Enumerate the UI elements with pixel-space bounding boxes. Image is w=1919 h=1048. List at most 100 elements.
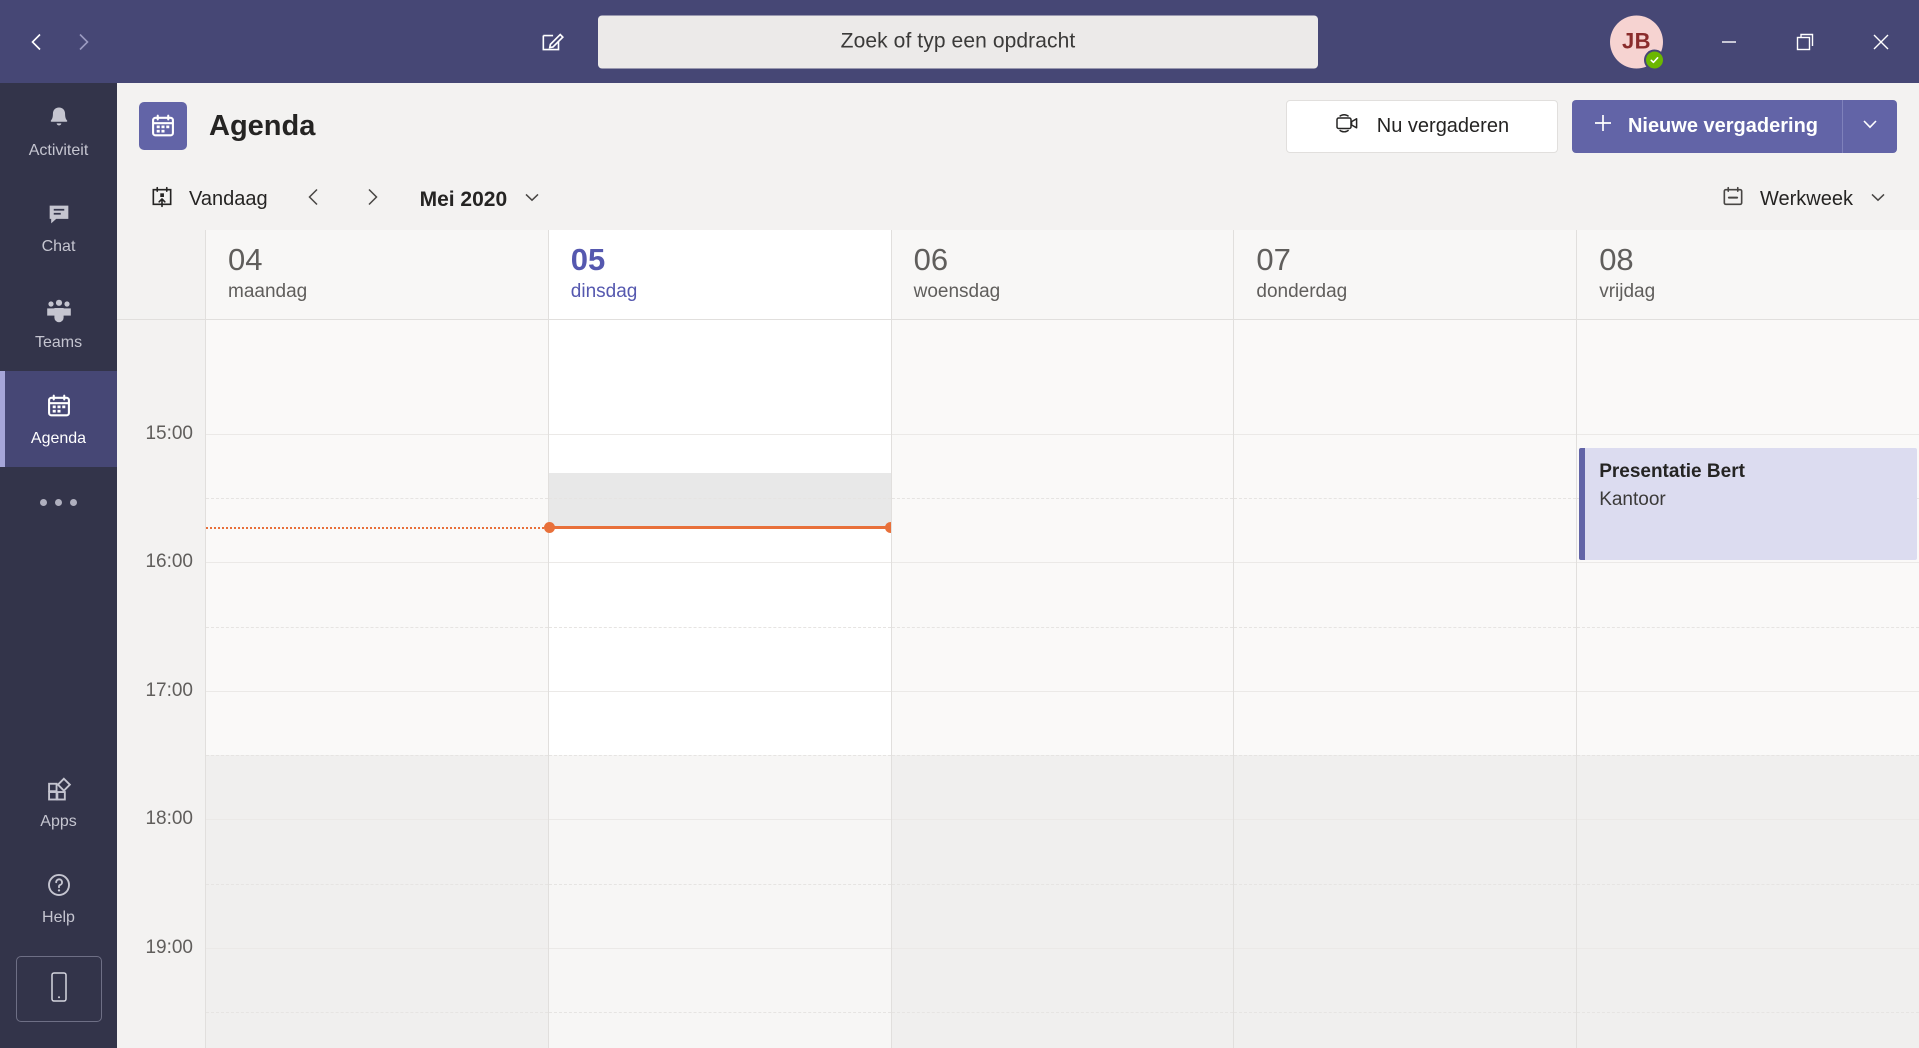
calendar-grid: 04 maandag 05 dinsdag 06 woensdag 07 don… [117, 230, 1919, 1048]
meet-now-label: Nu vergaderen [1376, 114, 1510, 137]
window-nav-arrows [14, 19, 106, 65]
today-label: Vandaag [189, 188, 268, 210]
hour-label: 17:00 [145, 680, 193, 701]
page-title: Agenda [209, 109, 316, 142]
chat-bubble-icon [45, 200, 73, 233]
chevron-down-icon [1859, 113, 1881, 140]
avatar[interactable]: JB [1610, 15, 1665, 70]
calendar-toolbar: Vandaag Mei 2020 Werkweek [117, 169, 1919, 230]
event-title: Presentatie Bert [1599, 461, 1745, 482]
sidebar-item-help[interactable]: Help [0, 850, 117, 946]
search-placeholder: Zoek of typ een opdracht [840, 29, 1076, 53]
new-meeting-button[interactable]: Nieuwe vergadering [1571, 99, 1842, 153]
more-dots-icon[interactable] [0, 467, 117, 537]
today-button[interactable]: Vandaag [139, 178, 278, 222]
day-name: donderdag [1256, 280, 1348, 302]
non-working-hours [1577, 755, 1919, 1048]
video-camera-icon [1335, 112, 1363, 140]
next-week-button[interactable] [350, 178, 394, 222]
non-working-hours [1234, 755, 1577, 1048]
day-header[interactable]: 06 woensdag [890, 230, 1234, 319]
meet-now-button[interactable]: Nu vergaderen [1285, 99, 1558, 153]
day-header[interactable]: 08 vrijdag [1576, 230, 1919, 319]
day-columns: Presentatie Bert Kantoor [205, 320, 1919, 1048]
view-selector-button[interactable]: Werkweek [1720, 184, 1897, 216]
chevron-right-icon [360, 185, 384, 214]
header-actions: Nu vergaderen Nieuwe vergadering [1285, 99, 1897, 153]
calendar-icon [139, 102, 187, 150]
day-header[interactable]: 04 maandag [205, 230, 548, 319]
back-button[interactable] [14, 19, 60, 65]
forward-button[interactable] [60, 19, 106, 65]
question-circle-icon [45, 871, 73, 904]
chevron-down-icon [521, 186, 543, 214]
non-working-hours [206, 755, 548, 1048]
non-working-hours [891, 755, 1234, 1048]
sidebar-item-activiteit[interactable]: Activiteit [0, 83, 117, 179]
sidebar-item-teams[interactable]: Teams [0, 275, 117, 371]
new-meeting-dropdown-button[interactable] [1842, 99, 1897, 153]
month-picker-button[interactable]: Mei 2020 [420, 186, 544, 214]
calendar-body: 15:00 16:00 17:00 18:00 19:00 Presentati… [117, 320, 1919, 1048]
today-calendar-icon [149, 184, 175, 216]
month-label: Mei 2020 [419, 187, 508, 211]
time-gutter: 15:00 16:00 17:00 18:00 19:00 [117, 320, 205, 1048]
hour-label: 19:00 [145, 937, 193, 958]
day-column-donderdag[interactable] [1233, 320, 1577, 1048]
past-time-block [548, 473, 891, 527]
day-column-vrijdag[interactable]: Presentatie Bert Kantoor [1576, 320, 1919, 1048]
maximize-restore-button[interactable] [1767, 0, 1843, 83]
day-header[interactable]: 07 donderdag [1233, 230, 1577, 319]
app-header: Agenda Nu vergaderen Nieuwe vergadering [117, 83, 1919, 169]
event-location: Kantoor [1599, 488, 1666, 510]
calendar-week-icon [1720, 184, 1746, 216]
day-header-today[interactable]: 05 dinsdag [547, 230, 891, 319]
new-meeting-label: Nieuwe vergadering [1627, 114, 1818, 137]
calendar-day-headers: 04 maandag 05 dinsdag 06 woensdag 07 don… [117, 230, 1919, 320]
calendar-icon [45, 392, 73, 425]
sidebar-item-agenda[interactable]: Agenda [0, 371, 117, 467]
day-name: maandag [228, 280, 308, 302]
sidebar-item-label: Apps [40, 812, 77, 830]
sidebar-item-label: Chat [41, 237, 76, 255]
sidebar-item-apps[interactable]: Apps [0, 754, 117, 850]
title-bar: Zoek of typ een opdracht JB [0, 0, 1919, 83]
day-name: dinsdag [570, 280, 638, 302]
get-mobile-app-button[interactable] [15, 956, 102, 1022]
minimize-button[interactable] [1691, 0, 1767, 83]
search-input[interactable]: Zoek of typ een opdracht [598, 15, 1318, 68]
day-number: 04 [228, 242, 263, 277]
calendar-event[interactable]: Presentatie Bert Kantoor [1579, 448, 1917, 560]
app-rail: Activiteit Chat Teams Agenda Apps Help [0, 83, 117, 1048]
compose-icon[interactable] [530, 20, 574, 64]
people-icon [44, 296, 74, 329]
view-label: Werkweek [1760, 188, 1853, 210]
app-rail-bottom: Apps Help [0, 754, 117, 1048]
time-gutter-header [117, 230, 205, 319]
day-column-maandag[interactable] [205, 320, 548, 1048]
day-column-woensdag[interactable] [890, 320, 1234, 1048]
hour-label: 16:00 [145, 551, 193, 572]
day-number: 05 [570, 242, 606, 277]
sidebar-item-label: Teams [34, 333, 83, 351]
day-name: woensdag [913, 280, 1001, 302]
bell-icon [45, 104, 73, 137]
chevron-left-icon [302, 185, 326, 214]
day-number: 07 [1256, 242, 1291, 277]
new-meeting-split-button: Nieuwe vergadering [1571, 99, 1897, 153]
sidebar-item-label: Agenda [30, 429, 87, 447]
presence-available-icon [1644, 49, 1665, 70]
current-time-dotted-line [206, 527, 548, 529]
mobile-phone-icon [47, 970, 71, 1009]
sidebar-item-chat[interactable]: Chat [0, 179, 117, 275]
close-button[interactable] [1843, 0, 1919, 83]
chevron-down-icon [1867, 186, 1889, 214]
non-working-hours [548, 755, 891, 1048]
previous-week-button[interactable] [292, 178, 336, 222]
apps-icon [45, 775, 73, 808]
day-column-dinsdag-today[interactable] [543, 320, 896, 1048]
sidebar-item-label: Help [42, 908, 75, 926]
sidebar-item-label: Activiteit [28, 141, 89, 159]
main-content: Agenda Nu vergaderen Nieuwe vergadering … [117, 83, 1919, 1048]
day-name: vrijdag [1599, 280, 1656, 302]
